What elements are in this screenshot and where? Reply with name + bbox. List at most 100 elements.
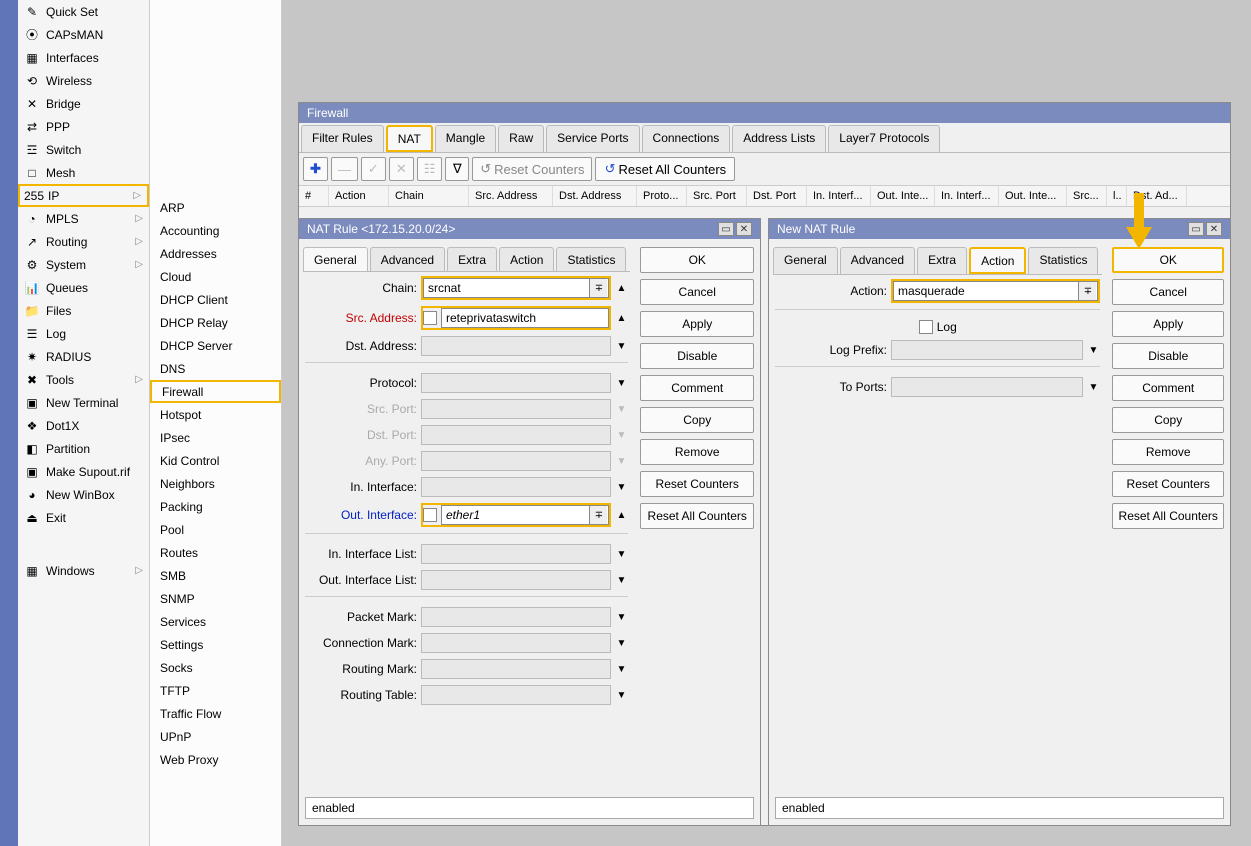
submenu-item-addresses[interactable]: Addresses — [150, 242, 281, 265]
tab-advanced[interactable]: Advanced — [840, 247, 915, 274]
chain-field[interactable]: srcnat∓ — [423, 278, 609, 298]
filter-button[interactable]: ∇ — [445, 157, 469, 181]
reset-counters-button[interactable]: ↺ Reset Counters — [472, 157, 592, 181]
cancel-button[interactable]: Cancel — [1112, 279, 1224, 305]
routtbl-field[interactable] — [421, 685, 611, 705]
tab-extra[interactable]: Extra — [447, 247, 497, 271]
tab-action[interactable]: Action — [499, 247, 554, 271]
srcaddr-negate[interactable] — [423, 311, 437, 325]
submenu-item-dhcp-client[interactable]: DHCP Client — [150, 288, 281, 311]
column-header[interactable]: Dst. Address — [553, 186, 637, 206]
submenu-item-arp[interactable]: ARP — [150, 196, 281, 219]
tab-layer7-protocols[interactable]: Layer7 Protocols — [828, 125, 940, 152]
dstaddr-field[interactable] — [421, 336, 611, 356]
sidebar-item-bridge[interactable]: ✕Bridge — [18, 92, 149, 115]
outif-field[interactable]: ether1∓ — [441, 505, 609, 525]
column-header[interactable]: # — [299, 186, 329, 206]
disable-button[interactable]: ✕ — [389, 157, 414, 181]
tab-mangle[interactable]: Mangle — [435, 125, 496, 152]
sidebar-item-partition[interactable]: ◧Partition — [18, 437, 149, 460]
sidebar-item-quick-set[interactable]: ✎Quick Set — [18, 0, 149, 23]
outiflist-field[interactable] — [421, 570, 611, 590]
copy-button[interactable]: Copy — [640, 407, 754, 433]
submenu-item-packing[interactable]: Packing — [150, 495, 281, 518]
submenu-item-socks[interactable]: Socks — [150, 656, 281, 679]
submenu-item-routes[interactable]: Routes — [150, 541, 281, 564]
submenu-item-smb[interactable]: SMB — [150, 564, 281, 587]
sidebar-item-log[interactable]: ☰Log — [18, 322, 149, 345]
tab-statistics[interactable]: Statistics — [1028, 247, 1098, 274]
tab-advanced[interactable]: Advanced — [370, 247, 445, 271]
outif-negate[interactable] — [423, 508, 437, 522]
column-header[interactable]: Out. Inte... — [999, 186, 1067, 206]
pktmark-field[interactable] — [421, 607, 611, 627]
srcaddr-field[interactable]: reteprivataswitch — [441, 308, 609, 328]
tab-filter-rules[interactable]: Filter Rules — [301, 125, 384, 152]
submenu-item-hotspot[interactable]: Hotspot — [150, 403, 281, 426]
submenu-item-services[interactable]: Services — [150, 610, 281, 633]
column-header[interactable]: In. Interf... — [935, 186, 999, 206]
reset-all-counters-button[interactable]: Reset All Counters — [640, 503, 754, 529]
log-checkbox[interactable] — [919, 320, 933, 334]
column-header[interactable]: Src... — [1067, 186, 1107, 206]
column-header[interactable]: Src. Port — [687, 186, 747, 206]
sidebar-item-queues[interactable]: 📊Queues — [18, 276, 149, 299]
reset-counters-button[interactable]: Reset Counters — [640, 471, 754, 497]
submenu-item-settings[interactable]: Settings — [150, 633, 281, 656]
enable-button[interactable]: ✓ — [361, 157, 386, 181]
cancel-button[interactable]: Cancel — [640, 279, 754, 305]
submenu-item-neighbors[interactable]: Neighbors — [150, 472, 281, 495]
submenu-item-upnp[interactable]: UPnP — [150, 725, 281, 748]
remove-button[interactable]: Remove — [640, 439, 754, 465]
submenu-item-firewall[interactable]: Firewall — [150, 380, 281, 403]
submenu-item-cloud[interactable]: Cloud — [150, 265, 281, 288]
sidebar-item-mesh[interactable]: □Mesh — [18, 161, 149, 184]
chevron-down-icon[interactable]: ∓ — [1078, 282, 1096, 300]
comment-button[interactable]: Comment — [1112, 375, 1224, 401]
sidebar-item-interfaces[interactable]: ▦Interfaces — [18, 46, 149, 69]
sidebar-item-mpls[interactable]: ◔MPLS▷ — [18, 207, 149, 230]
routmark-field[interactable] — [421, 659, 611, 679]
apply-button[interactable]: Apply — [1112, 311, 1224, 337]
tab-address-lists[interactable]: Address Lists — [732, 125, 826, 152]
remove-button[interactable]: — — [331, 157, 358, 181]
disable-button[interactable]: Disable — [1112, 343, 1224, 369]
submenu-item-pool[interactable]: Pool — [150, 518, 281, 541]
sidebar-item-files[interactable]: 📁Files — [18, 299, 149, 322]
column-header[interactable]: Proto... — [637, 186, 687, 206]
sidebar-item-new-terminal[interactable]: ▣New Terminal — [18, 391, 149, 414]
column-header[interactable]: Out. Inte... — [871, 186, 935, 206]
ok-button[interactable]: OK — [1112, 247, 1224, 273]
tab-extra[interactable]: Extra — [917, 247, 967, 274]
column-header[interactable]: Action — [329, 186, 389, 206]
column-header[interactable]: Chain — [389, 186, 469, 206]
close-icon[interactable]: ✕ — [1206, 222, 1222, 236]
tab-connections[interactable]: Connections — [642, 125, 731, 152]
iniflist-field[interactable] — [421, 544, 611, 564]
action-field[interactable]: masquerade∓ — [893, 281, 1098, 301]
sidebar-item-capsman[interactable]: ⦿CAPsMAN — [18, 23, 149, 46]
submenu-item-tftp[interactable]: TFTP — [150, 679, 281, 702]
submenu-item-kid-control[interactable]: Kid Control — [150, 449, 281, 472]
chevron-down-icon[interactable]: ∓ — [589, 279, 607, 297]
conmark-field[interactable] — [421, 633, 611, 653]
sidebar-item-tools[interactable]: ✖Tools▷ — [18, 368, 149, 391]
new-nat-title[interactable]: New NAT Rule ▭✕ — [769, 219, 1230, 239]
copy-button[interactable]: Copy — [1112, 407, 1224, 433]
sidebar-item-exit[interactable]: ⏏Exit — [18, 506, 149, 529]
minimize-icon[interactable]: ▭ — [718, 222, 734, 236]
sidebar-item-ip[interactable]: 255IP▷ — [18, 184, 149, 207]
submenu-item-traffic-flow[interactable]: Traffic Flow — [150, 702, 281, 725]
submenu-item-dns[interactable]: DNS — [150, 357, 281, 380]
sidebar-item-new-winbox[interactable]: ◕New WinBox — [18, 483, 149, 506]
sidebar-item-windows[interactable]: ▦Windows▷ — [18, 559, 149, 582]
inif-field[interactable] — [421, 477, 611, 497]
submenu-item-dhcp-server[interactable]: DHCP Server — [150, 334, 281, 357]
sidebar-item-ppp[interactable]: ⇄PPP — [18, 115, 149, 138]
toports-field[interactable] — [891, 377, 1083, 397]
submenu-item-dhcp-relay[interactable]: DHCP Relay — [150, 311, 281, 334]
tab-statistics[interactable]: Statistics — [556, 247, 626, 271]
submenu-item-accounting[interactable]: Accounting — [150, 219, 281, 242]
add-button[interactable]: ✚ — [303, 157, 328, 181]
sidebar-item-routing[interactable]: ↗Routing▷ — [18, 230, 149, 253]
